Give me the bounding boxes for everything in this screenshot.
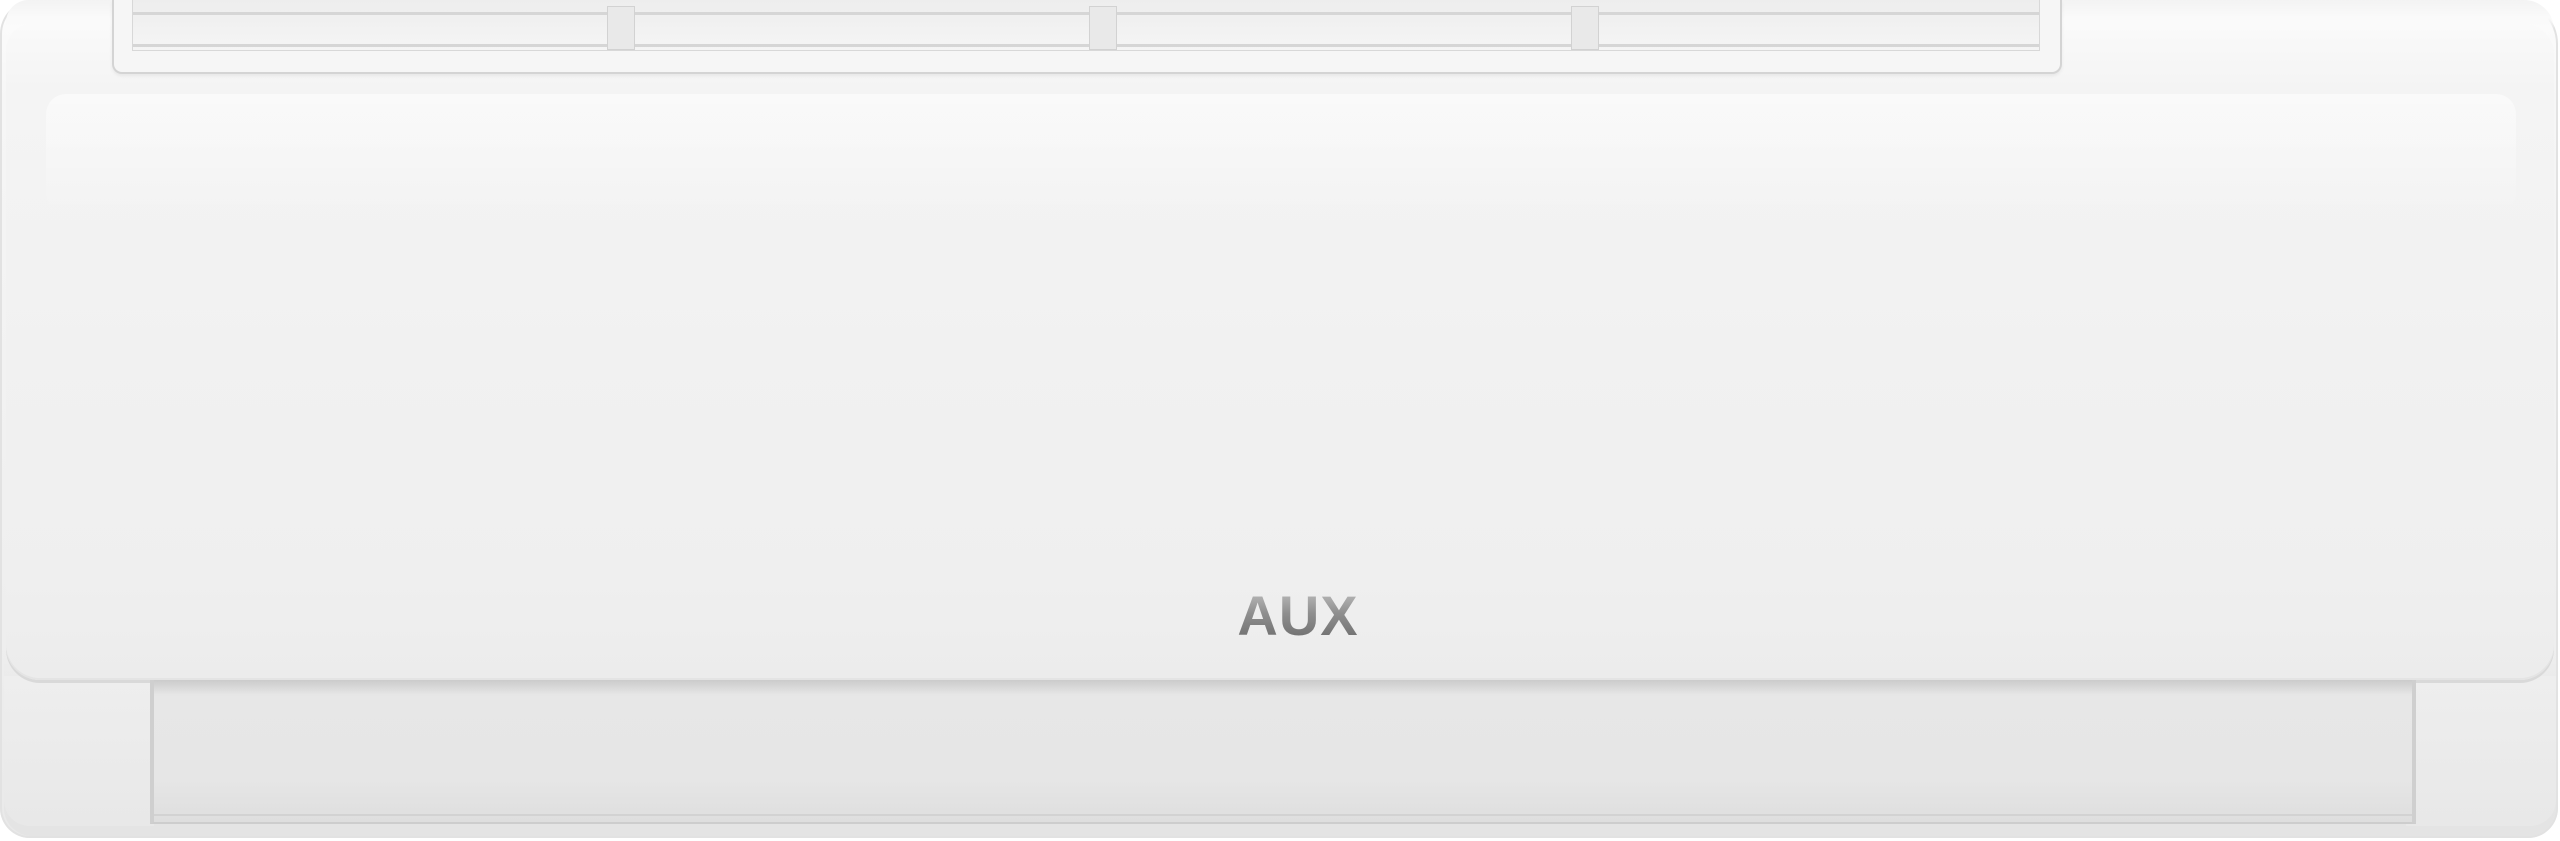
front-panel: [6, 24, 2554, 680]
louver-shadow: [154, 680, 2412, 694]
air-intake-grille: [112, 0, 2062, 74]
filter-clip: [1089, 6, 1117, 50]
left-side-cap: [4, 676, 154, 826]
intake-filter: [132, 0, 2040, 51]
filter-clip: [1571, 6, 1599, 50]
intake-slat: [133, 12, 2039, 15]
right-side-cap: [2406, 676, 2556, 826]
air-conditioner-unit: AUX: [0, 0, 2560, 841]
air-outlet-louver: [150, 680, 2416, 824]
filter-clip: [607, 6, 635, 50]
brand-logo: AUX: [1212, 588, 1384, 644]
louver-edge: [154, 814, 2412, 816]
intake-slat: [133, 44, 2039, 47]
panel-sheen: [46, 94, 2516, 214]
